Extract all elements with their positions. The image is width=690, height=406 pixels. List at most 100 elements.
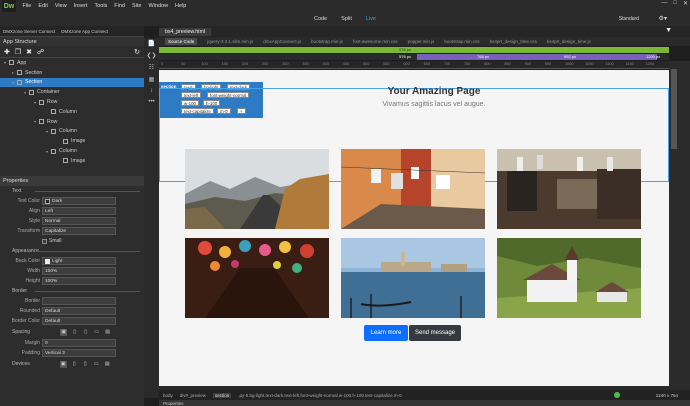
image-street-market[interactable] [497,149,641,229]
style-select[interactable]: Normal [42,217,116,225]
desktop-icon[interactable]: ▤ [104,329,111,336]
tree-item-row[interactable]: ▾ Row [0,117,144,127]
element-tag-panel[interactable]: section py-5 bg-light text-dark text-lef… [159,82,263,118]
no-errors-icon[interactable] [614,392,620,398]
view-split-button[interactable]: Split [338,15,355,23]
add-class-icon[interactable]: + [237,108,246,114]
padding-select[interactable]: Vertical 3 [42,349,116,357]
laptop-icon[interactable]: ▭ [93,361,100,368]
media-query-bar-purple[interactable]: 576 px 768 px 992 px 1200 px [159,54,669,60]
related-file[interactable]: bs4prt_design_time.css [490,39,537,44]
menu-edit[interactable]: Edit [35,3,51,9]
tablet-icon[interactable]: ▯ [82,361,89,368]
media-query-bar-green[interactable]: 576 px [159,47,669,53]
grid-icon[interactable]: ▦ [149,76,155,83]
scrollbar-thumb[interactable] [671,69,677,149]
learn-more-button[interactable]: Learn more [364,325,408,341]
menu-site[interactable]: Site [129,3,145,9]
breadcrumb-div[interactable]: div#_preview [180,393,206,398]
tree-item-column[interactable]: ▾ Column [0,146,144,156]
window-size[interactable]: 1240 x 764 [656,393,678,398]
filter-icon[interactable]: ▼ [665,27,672,34]
tree-item-image[interactable]: Image [0,136,144,146]
text-color-select[interactable]: Dark [42,197,116,205]
send-message-button[interactable]: Send message [409,325,461,341]
add-icon[interactable]: ✚ [4,48,10,56]
tree-item-container[interactable]: ▾ Container [0,87,144,97]
properties-tab[interactable]: Properties [159,400,690,406]
margin-select[interactable]: 0 [42,339,116,347]
tab-bs4-preview[interactable]: bs4_preview.html [159,27,212,36]
vertical-scrollbar[interactable] [669,61,690,391]
menu-view[interactable]: View [51,3,70,9]
menu-file[interactable]: File [19,3,35,9]
related-file[interactable]: jquery-3.3.1.slim.min.js [207,39,253,44]
menu-find[interactable]: Find [111,3,129,9]
tree-item-app[interactable]: ▾ App [0,58,144,68]
image-laundry-street[interactable] [341,149,485,229]
small-checkbox[interactable] [42,238,47,244]
related-file[interactable]: popper.min.js [408,39,435,44]
tree-item-column[interactable]: ▾ Column [0,127,144,137]
expand-icon[interactable]: ↕ [150,88,153,94]
menu-tools[interactable]: Tools [91,3,111,9]
rounded-select[interactable]: Default [42,307,116,315]
class-tag[interactable]: font-weight-normal [207,92,250,98]
live-view-canvas[interactable]: section py-5 bg-light text-dark text-lef… [159,70,669,386]
tree-item-row[interactable]: ▾ Row [0,97,144,107]
back-color-select[interactable]: Light [42,257,116,265]
close-icon[interactable]: ✕ [683,0,688,7]
related-file[interactable]: bs4prt_design_time.js [547,39,591,44]
link-icon[interactable]: ☍ [37,48,44,56]
inspect-icon[interactable]: ☷ [149,64,154,71]
tablet-icon[interactable]: ▯ [82,329,89,336]
menu-window[interactable]: Window [145,3,172,9]
height-select[interactable]: 100% [42,277,116,285]
width-select[interactable]: 100% [42,267,116,275]
image-lanterns[interactable] [185,238,329,318]
tab-server-connect[interactable]: DMXzone Server Connect [0,29,58,34]
image-mountain-road[interactable] [185,149,329,229]
class-tag[interactable]: m-0 [217,108,231,114]
align-select[interactable]: Left [42,207,116,215]
minimize-icon[interactable]: — [661,0,667,7]
tree-item-image[interactable]: Image [0,156,144,166]
image-venice-lagoon[interactable] [341,238,485,318]
more-icon[interactable]: ••• [148,99,154,105]
related-file[interactable]: font-awesome.min.css [353,39,398,44]
all-devices-icon[interactable]: ▣ [59,360,67,368]
delete-icon[interactable]: ✖ [26,48,32,56]
related-file-source-code[interactable]: Source Code [165,38,198,45]
view-code-button[interactable]: Code [311,15,330,23]
desktop-icon[interactable]: ▤ [104,361,111,368]
related-file[interactable]: bootstrap.min.js [311,39,343,44]
class-tag[interactable]: w-100 [181,100,199,106]
menu-help[interactable]: Help [172,3,190,9]
maximize-icon[interactable]: □ [673,0,677,7]
class-tag[interactable]: text-dark [227,84,251,90]
transform-select[interactable]: Capitalize [42,227,116,235]
related-file[interactable]: bootstrap.min.css [444,39,479,44]
breadcrumb-section[interactable]: section [213,392,232,398]
tree-item-section[interactable]: ▸ Section [0,68,144,78]
tab-app-connect[interactable]: DMXzone App Connect [58,29,111,34]
related-file[interactable]: dmxAppConnect.js [263,39,301,44]
mobile-icon[interactable]: ▯ [71,361,78,368]
breadcrumb-body[interactable]: body [163,393,173,398]
view-live-button[interactable]: Live [363,15,379,23]
tree-item-section-selected[interactable]: ▾ Section [0,77,144,88]
workspace-selector[interactable]: Standard [616,15,642,23]
class-tag[interactable]: bg-light [201,84,222,90]
sync-settings-icon[interactable]: ⚙▾ [656,14,670,23]
refresh-icon[interactable]: ↻ [134,48,140,56]
mobile-icon[interactable]: ▯ [71,329,78,336]
tree-item-column[interactable]: Column [0,107,144,117]
class-tag[interactable]: text-left [181,92,202,98]
code-icon[interactable]: ❮❯ [146,52,156,59]
image-white-church[interactable] [497,238,641,318]
laptop-icon[interactable]: ▭ [93,329,100,336]
class-tag[interactable]: h-100 [203,100,221,106]
class-tag[interactable]: text-capitalize [181,108,214,114]
border-color-select[interactable]: Default [42,317,116,325]
duplicate-icon[interactable]: ❐ [15,48,21,56]
